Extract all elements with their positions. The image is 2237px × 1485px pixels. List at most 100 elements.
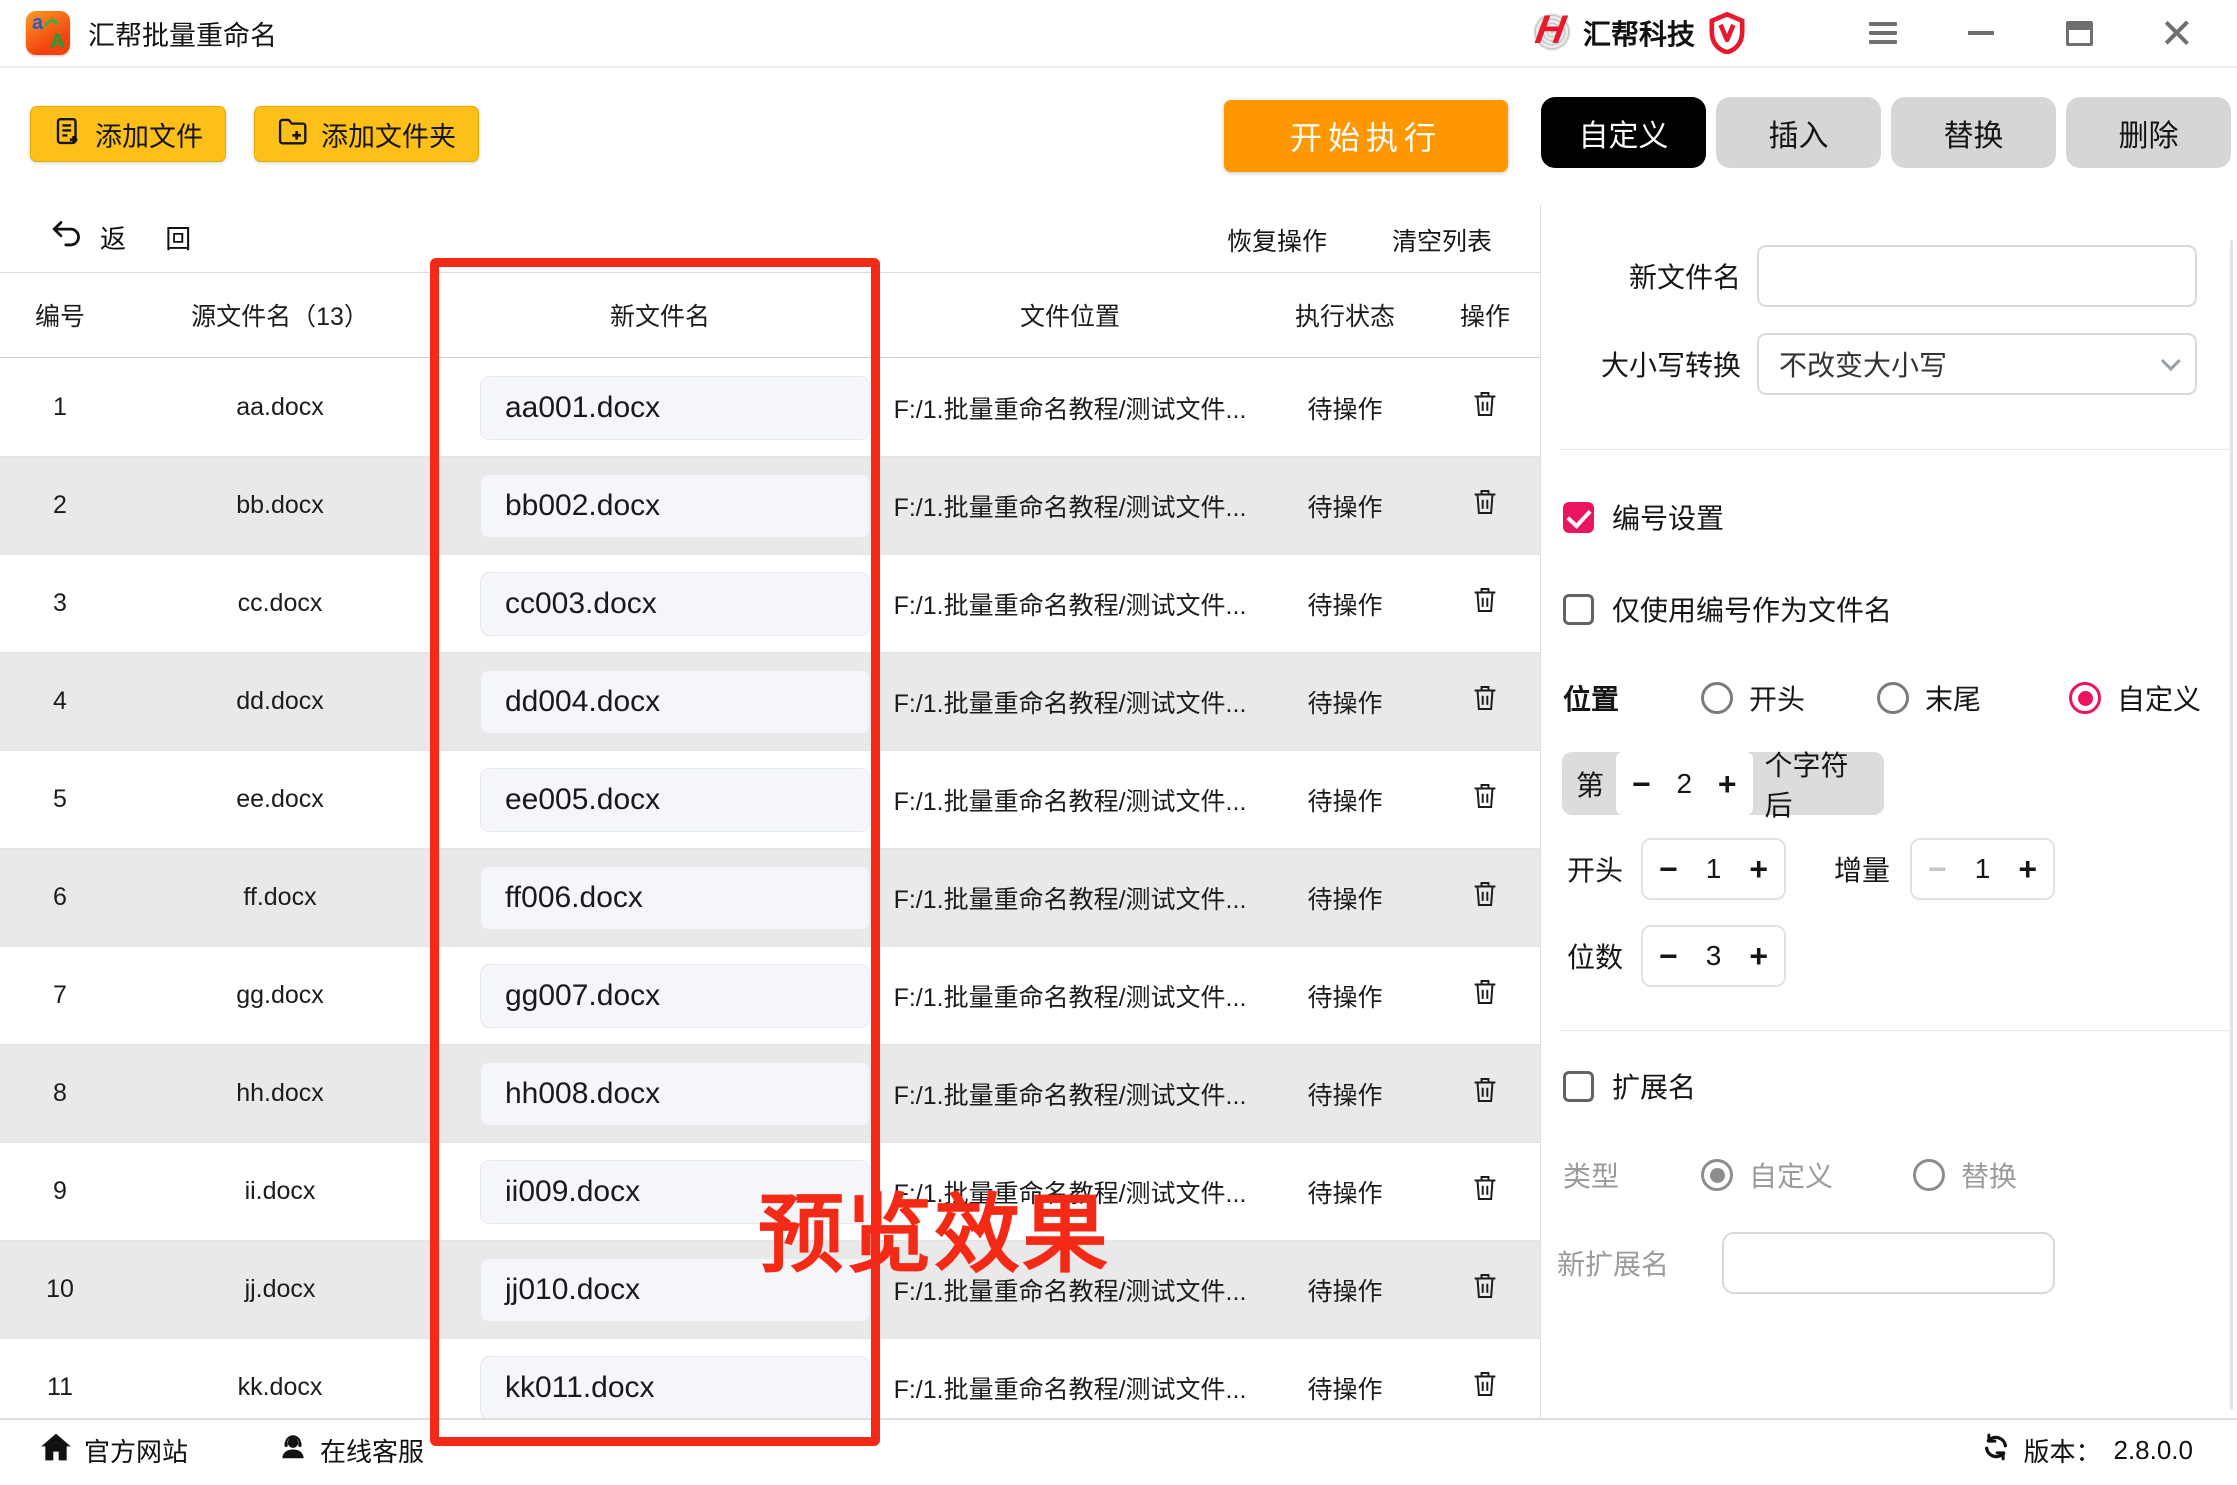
ext-type-replace-radio[interactable] bbox=[1913, 1159, 1945, 1191]
ext-type-custom-label: 自定义 bbox=[1749, 1155, 1833, 1195]
position-start-radio[interactable] bbox=[1701, 682, 1733, 714]
row-source-name: ee.docx bbox=[120, 785, 440, 814]
table-row: 10 jj.docx jj010.docx F:/1.批量重命名教程/测试文件.… bbox=[0, 1241, 1540, 1339]
row-new-name-input[interactable]: kk011.docx bbox=[480, 1356, 870, 1419]
tab-custom[interactable]: 自定义 bbox=[1541, 97, 1706, 168]
title-bar: a A 汇帮批量重命名 H 汇帮科技 bbox=[0, 0, 2237, 68]
row-source-name: hh.docx bbox=[120, 1079, 440, 1108]
header-operation: 操作 bbox=[1430, 297, 1540, 333]
tab-insert[interactable]: 插入 bbox=[1716, 97, 1881, 168]
table-row: 2 bb.docx bb002.docx F:/1.批量重命名教程/测试文件..… bbox=[0, 457, 1540, 555]
row-new-name-input[interactable]: ff006.docx bbox=[480, 866, 870, 930]
trash-icon[interactable] bbox=[1471, 879, 1499, 909]
trash-icon[interactable] bbox=[1471, 1369, 1499, 1399]
numbering-label: 编号设置 bbox=[1612, 497, 1724, 537]
row-new-name-input[interactable]: bb002.docx bbox=[480, 474, 870, 538]
row-source-name: ff.docx bbox=[120, 883, 440, 912]
back-button[interactable]: 返 回 bbox=[50, 218, 207, 257]
new-ext-input[interactable] bbox=[1722, 1232, 2055, 1294]
table-row: 4 dd.docx dd004.docx F:/1.批量重命名教程/测试文件..… bbox=[0, 653, 1540, 751]
tab-replace[interactable]: 替换 bbox=[1891, 97, 2056, 168]
trash-icon[interactable] bbox=[1471, 389, 1499, 419]
brand-name: 汇帮科技 bbox=[1583, 13, 1695, 53]
new-name-input[interactable] bbox=[1757, 245, 2197, 307]
window-title: 汇帮批量重命名 bbox=[88, 14, 277, 53]
digits-label: 位数 bbox=[1567, 936, 1623, 976]
panel-scrollbar[interactable] bbox=[2230, 240, 2233, 1410]
plus-button[interactable]: + bbox=[1749, 853, 1768, 885]
row-new-name-input[interactable]: gg007.docx bbox=[480, 964, 870, 1028]
close-button[interactable] bbox=[2161, 17, 2193, 49]
char-position-stepper: − 2 + bbox=[1616, 752, 1753, 815]
case-convert-select[interactable]: 不改变大小写 bbox=[1757, 333, 2197, 395]
menu-icon[interactable] bbox=[1867, 17, 1899, 49]
new-name-label: 新文件名 bbox=[1545, 256, 1741, 296]
online-support-link[interactable]: 在线客服 bbox=[278, 1432, 424, 1469]
char-suffix-label: 个字符后 bbox=[1765, 744, 1870, 824]
ext-type-custom-radio[interactable] bbox=[1701, 1159, 1733, 1191]
add-folder-label: 添加文件夹 bbox=[321, 115, 456, 154]
row-index: 10 bbox=[0, 1275, 120, 1304]
case-convert-value: 不改变大小写 bbox=[1779, 344, 1947, 384]
huibang-logo-icon: H bbox=[1527, 10, 1573, 56]
mode-tabs: 自定义 插入 替换 删除 bbox=[1541, 97, 2231, 168]
minimize-button[interactable] bbox=[1965, 17, 1997, 49]
execute-button[interactable]: 开始执行 bbox=[1224, 100, 1508, 172]
position-custom-radio[interactable] bbox=[2069, 682, 2101, 714]
official-website-link[interactable]: 官方网站 bbox=[40, 1432, 188, 1469]
row-new-name-input[interactable]: aa001.docx bbox=[480, 376, 870, 440]
extension-label: 扩展名 bbox=[1612, 1066, 1696, 1106]
trash-icon[interactable] bbox=[1471, 1271, 1499, 1301]
trash-icon[interactable] bbox=[1471, 585, 1499, 615]
trash-icon[interactable] bbox=[1471, 683, 1499, 713]
trash-icon[interactable] bbox=[1471, 977, 1499, 1007]
only-number-checkbox[interactable] bbox=[1563, 594, 1594, 625]
official-website-label: 官方网站 bbox=[84, 1432, 188, 1469]
row-source-name: cc.docx bbox=[120, 589, 440, 618]
plus-button[interactable]: + bbox=[1718, 768, 1737, 800]
minus-button[interactable]: − bbox=[1632, 768, 1651, 800]
minus-button[interactable]: − bbox=[1928, 853, 1947, 885]
restore-action-link[interactable]: 恢复操作 bbox=[1227, 222, 1327, 258]
headset-person-icon bbox=[278, 1432, 308, 1469]
numbering-checkbox[interactable] bbox=[1563, 502, 1594, 533]
row-new-name-input[interactable]: jj010.docx bbox=[480, 1258, 870, 1322]
trash-icon[interactable] bbox=[1471, 1075, 1499, 1105]
version-info: 版本： 2.8.0.0 bbox=[1981, 1432, 2193, 1469]
minus-button[interactable]: − bbox=[1659, 940, 1678, 972]
row-status: 待操作 bbox=[1260, 1272, 1430, 1308]
trash-icon[interactable] bbox=[1471, 487, 1499, 517]
minus-button[interactable]: − bbox=[1659, 853, 1678, 885]
file-list: 1 aa.docx aa001.docx F:/1.批量重命名教程/测试文件..… bbox=[0, 359, 1540, 1418]
table-row: 7 gg.docx gg007.docx F:/1.批量重命名教程/测试文件..… bbox=[0, 947, 1540, 1045]
table-row: 9 ii.docx ii009.docx F:/1.批量重命名教程/测试文件..… bbox=[0, 1143, 1540, 1241]
online-support-label: 在线客服 bbox=[320, 1432, 424, 1469]
row-new-name-input[interactable]: hh008.docx bbox=[480, 1062, 870, 1126]
app-window: a A 汇帮批量重命名 H 汇帮科技 bbox=[0, 0, 2237, 1485]
trash-icon[interactable] bbox=[1471, 1173, 1499, 1203]
row-source-name: dd.docx bbox=[120, 687, 440, 716]
row-file-location: F:/1.批量重命名教程/测试文件... bbox=[880, 880, 1260, 916]
position-end-radio[interactable] bbox=[1877, 682, 1909, 714]
tab-delete[interactable]: 删除 bbox=[2066, 97, 2231, 168]
trash-icon[interactable] bbox=[1471, 781, 1499, 811]
plus-button[interactable]: + bbox=[2018, 853, 2037, 885]
app-logo-icon: a A bbox=[26, 11, 70, 55]
add-folder-button[interactable]: 添加文件夹 bbox=[254, 106, 479, 162]
row-new-name-input[interactable]: dd004.docx bbox=[480, 670, 870, 734]
row-new-name-input[interactable]: ee005.docx bbox=[480, 768, 870, 832]
update-refresh-icon[interactable] bbox=[1981, 1432, 2011, 1469]
row-index: 5 bbox=[0, 785, 120, 814]
header-status: 执行状态 bbox=[1260, 297, 1430, 333]
row-file-location: F:/1.批量重命名教程/测试文件... bbox=[880, 1174, 1260, 1210]
extension-checkbox[interactable] bbox=[1563, 1071, 1594, 1102]
maximize-button[interactable] bbox=[2063, 17, 2095, 49]
plus-button[interactable]: + bbox=[1749, 940, 1768, 972]
row-new-name-input[interactable]: ii009.docx bbox=[480, 1160, 870, 1224]
clear-list-link[interactable]: 清空列表 bbox=[1392, 222, 1492, 258]
footer: 官方网站 在线客服 bbox=[0, 1418, 2237, 1485]
add-file-button[interactable]: 添加文件 bbox=[30, 106, 226, 162]
row-new-name-input[interactable]: cc003.docx bbox=[480, 572, 870, 636]
row-file-location: F:/1.批量重命名教程/测试文件... bbox=[880, 1370, 1260, 1406]
row-source-name: jj.docx bbox=[120, 1275, 440, 1304]
